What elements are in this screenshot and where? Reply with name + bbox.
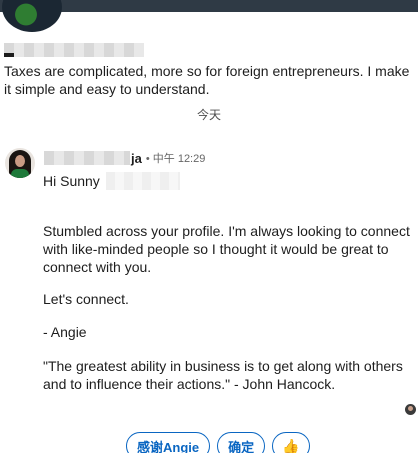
sender-avatar-top: [2, 0, 62, 32]
message-paragraph: Let's connect.: [43, 291, 129, 307]
redacted-recipient-name: [106, 172, 180, 190]
message-paragraph: Stumbled across your profile. I'm always…: [43, 223, 410, 275]
message-header: ja • 中午 12:29: [44, 150, 205, 166]
day-divider: 今天: [196, 108, 221, 122]
avatar[interactable]: [5, 148, 35, 178]
redacted-sender-name: [44, 151, 130, 165]
seen-avatar-icon: [405, 404, 416, 415]
sender-name[interactable]: ja: [131, 151, 142, 166]
profile-intro-text: Taxes are complicated, more so for forei…: [4, 63, 410, 97]
top-bar: [0, 0, 418, 12]
redacted-sender-name: [4, 43, 144, 57]
quick-replies: 感谢Angie 确定 👍: [126, 432, 310, 453]
thumbs-up-icon[interactable]: 👍: [272, 432, 310, 453]
message-paragraph: - Angie: [43, 324, 87, 340]
quick-reply-ok-button[interactable]: 确定: [217, 432, 266, 453]
quick-reply-thanks-button[interactable]: 感谢Angie: [126, 432, 211, 453]
message-time: • 中午 12:29: [145, 153, 206, 165]
message-greeting: Hi Sunny: [43, 173, 100, 189]
message-paragraph: "The greatest ability in business is to …: [43, 358, 403, 392]
